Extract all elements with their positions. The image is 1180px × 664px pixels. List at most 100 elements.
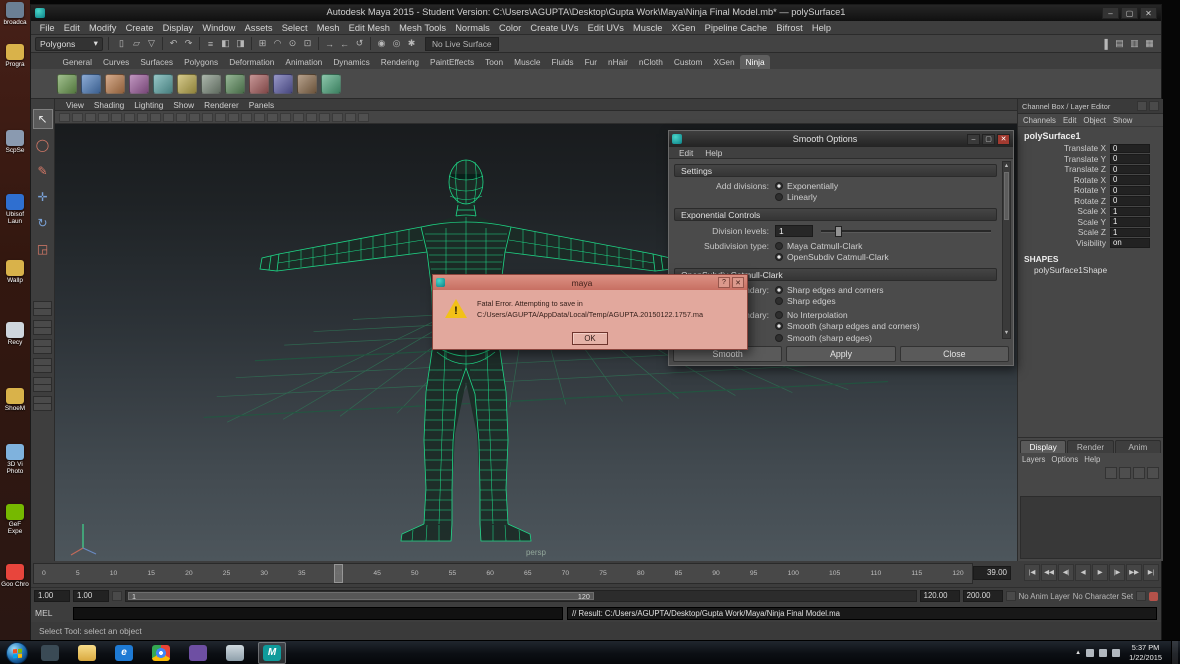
shelf-tab-ncloth[interactable]: nCloth <box>633 55 668 69</box>
taskbar-photo-viewer[interactable] <box>221 642 249 664</box>
scale-tool[interactable]: ◲ <box>33 239 53 259</box>
select-tool[interactable]: ↖ <box>33 109 53 129</box>
render-icon[interactable]: ◉ <box>374 36 389 51</box>
shelf-icon[interactable] <box>153 74 173 94</box>
viewport-toolbar-icon[interactable] <box>163 113 174 122</box>
animation-end-field[interactable]: 200.00 <box>963 590 1003 602</box>
menu-muscle[interactable]: Muscle <box>628 23 667 33</box>
menu-pipeline-cache[interactable]: Pipeline Cache <box>700 23 772 33</box>
playback-options-icon[interactable] <box>1136 591 1146 601</box>
timeline-tick[interactable]: 70 <box>562 570 570 577</box>
radio-option-opensubdiv-catmull-clark[interactable]: OpenSubdiv Catmull-Clark <box>775 252 997 264</box>
channel-name[interactable]: Scale Y <box>1018 217 1110 227</box>
division-levels-input[interactable]: 1 <box>775 225 813 237</box>
timeline-tick[interactable]: 120 <box>952 570 963 577</box>
new-scene-icon[interactable]: ▯ <box>114 36 129 51</box>
radio-option-sharp-edges[interactable]: Sharp edges <box>775 296 997 308</box>
viewport-toolbar-icon[interactable] <box>228 113 239 122</box>
channel-name[interactable]: Rotate Z <box>1018 196 1110 206</box>
mel-command-input[interactable] <box>73 607 563 620</box>
timeline-tick[interactable]: 100 <box>788 570 799 577</box>
menu-help[interactable]: Help <box>699 147 728 158</box>
desktop-icon[interactable]: ShoeM <box>1 388 29 412</box>
desktop-icon[interactable]: broadca <box>1 2 29 26</box>
step-forward-key-button[interactable]: |▶ <box>1109 564 1125 581</box>
taskbar-chrome[interactable] <box>147 642 175 664</box>
layout-preset-4[interactable] <box>33 358 52 373</box>
timeline-tick[interactable]: 50 <box>411 570 419 577</box>
shelf-icon[interactable] <box>105 74 125 94</box>
shelf-tab-ninja[interactable]: Ninja <box>740 55 770 69</box>
scroll-up-icon[interactable]: ▲ <box>1003 162 1010 171</box>
shelf-tab-surfaces[interactable]: Surfaces <box>135 55 179 69</box>
viewport-toolbar-icon[interactable] <box>98 113 109 122</box>
sidebar-toggle-icon[interactable]: ▐ <box>1097 36 1112 51</box>
snap-curve-icon[interactable]: ◠ <box>270 36 285 51</box>
character-set-indicator[interactable]: No Character Set <box>1073 592 1133 601</box>
desktop-icon[interactable]: Recy <box>1 322 29 346</box>
layer-menu-help[interactable]: Help <box>1084 455 1100 464</box>
ok-button[interactable]: OK <box>572 332 608 345</box>
menu-select[interactable]: Select <box>277 23 312 33</box>
viewport-toolbar-icon[interactable] <box>319 113 330 122</box>
menu-color[interactable]: Color <box>494 23 525 33</box>
channel-value[interactable]: 0 <box>1110 165 1150 175</box>
show-desktop-button[interactable] <box>1171 641 1178 664</box>
shelf-tab-fur[interactable]: Fur <box>579 55 602 69</box>
action-center-icon[interactable] <box>1112 649 1120 657</box>
shelf-icon[interactable] <box>129 74 149 94</box>
timeline-tick[interactable]: 30 <box>260 570 268 577</box>
shelf-tab-nhair[interactable]: nHair <box>603 55 634 69</box>
help-button[interactable]: ? <box>718 277 730 288</box>
network-icon[interactable] <box>1086 649 1094 657</box>
timeline-tick[interactable]: 95 <box>750 570 758 577</box>
channel-value[interactable]: on <box>1110 238 1150 248</box>
channel-name[interactable]: Rotate Y <box>1018 185 1110 195</box>
construction-history-icon[interactable]: ↺ <box>352 36 367 51</box>
timeline-tick[interactable]: 35 <box>298 570 306 577</box>
timeline-tick[interactable]: 90 <box>712 570 720 577</box>
desktop-background[interactable]: broadcaPrograScpSeUbisof LaunWallpRecySh… <box>0 0 30 640</box>
menu-modify[interactable]: Modify <box>84 23 121 33</box>
radio-option-maya-catmull-clark[interactable]: Maya Catmull-Clark <box>775 240 997 252</box>
range-slider-bar[interactable]: 1 120 <box>128 592 594 600</box>
viewport-menu-renderer[interactable]: Renderer <box>199 99 244 110</box>
open-scene-icon[interactable]: ▱ <box>129 36 144 51</box>
viewport-menu-shading[interactable]: Shading <box>89 99 129 110</box>
menu-create-uvs[interactable]: Create UVs <box>526 23 583 33</box>
slider-handle[interactable] <box>835 226 842 237</box>
channelbox-menu-edit[interactable]: Edit <box>1060 116 1079 125</box>
menu-edit-mesh[interactable]: Edit Mesh <box>344 23 395 33</box>
viewport-toolbar-icon[interactable] <box>59 113 70 122</box>
layer-tab-anim[interactable]: Anim <box>1115 440 1161 453</box>
shelf-tab-painteffects[interactable]: PaintEffects <box>425 55 480 69</box>
exponential-section-header[interactable]: Exponential Controls <box>674 208 997 221</box>
rotate-tool[interactable]: ↻ <box>33 213 53 233</box>
timeline-tick[interactable]: 65 <box>524 570 532 577</box>
taskbar-windows-explorer[interactable] <box>73 642 101 664</box>
viewport-menu-panels[interactable]: Panels <box>244 99 279 110</box>
range-slider-track[interactable]: 1 120 <box>125 590 917 602</box>
shelf-tab-animation[interactable]: Animation <box>280 55 328 69</box>
playback-end-field[interactable]: 120.00 <box>920 590 960 602</box>
shelf-tab-general[interactable]: General <box>57 55 98 69</box>
menu-edit[interactable]: Edit <box>673 147 699 158</box>
desktop-icon[interactable]: ScpSe <box>1 130 29 154</box>
viewport-toolbar-icon[interactable] <box>150 113 161 122</box>
show-hidden-icons-button[interactable]: ▲ <box>1075 650 1081 656</box>
shelf-tab-polygons[interactable]: Polygons <box>179 55 224 69</box>
taskbar-internet-explorer[interactable]: e <box>110 642 138 664</box>
viewport-toolbar-icon[interactable] <box>293 113 304 122</box>
channel-name[interactable]: Translate Z <box>1018 164 1110 174</box>
menu-help[interactable]: Help <box>807 23 835 33</box>
minimize-button[interactable]: – <box>1102 7 1119 19</box>
close-button[interactable]: Close <box>900 346 1009 362</box>
window-titlebar[interactable]: Autodesk Maya 2015 - Student Version: C:… <box>31 5 1161 21</box>
tool-settings-toggle-icon[interactable]: ▥ <box>1127 36 1142 51</box>
menu-create[interactable]: Create <box>121 23 158 33</box>
viewport-toolbar-icon[interactable] <box>111 113 122 122</box>
scrollbar[interactable]: ▲ ▼ <box>1002 161 1011 339</box>
timeline-tick[interactable]: 25 <box>223 570 231 577</box>
save-scene-icon[interactable]: ▽ <box>144 36 159 51</box>
viewport-menu-view[interactable]: View <box>61 99 89 110</box>
